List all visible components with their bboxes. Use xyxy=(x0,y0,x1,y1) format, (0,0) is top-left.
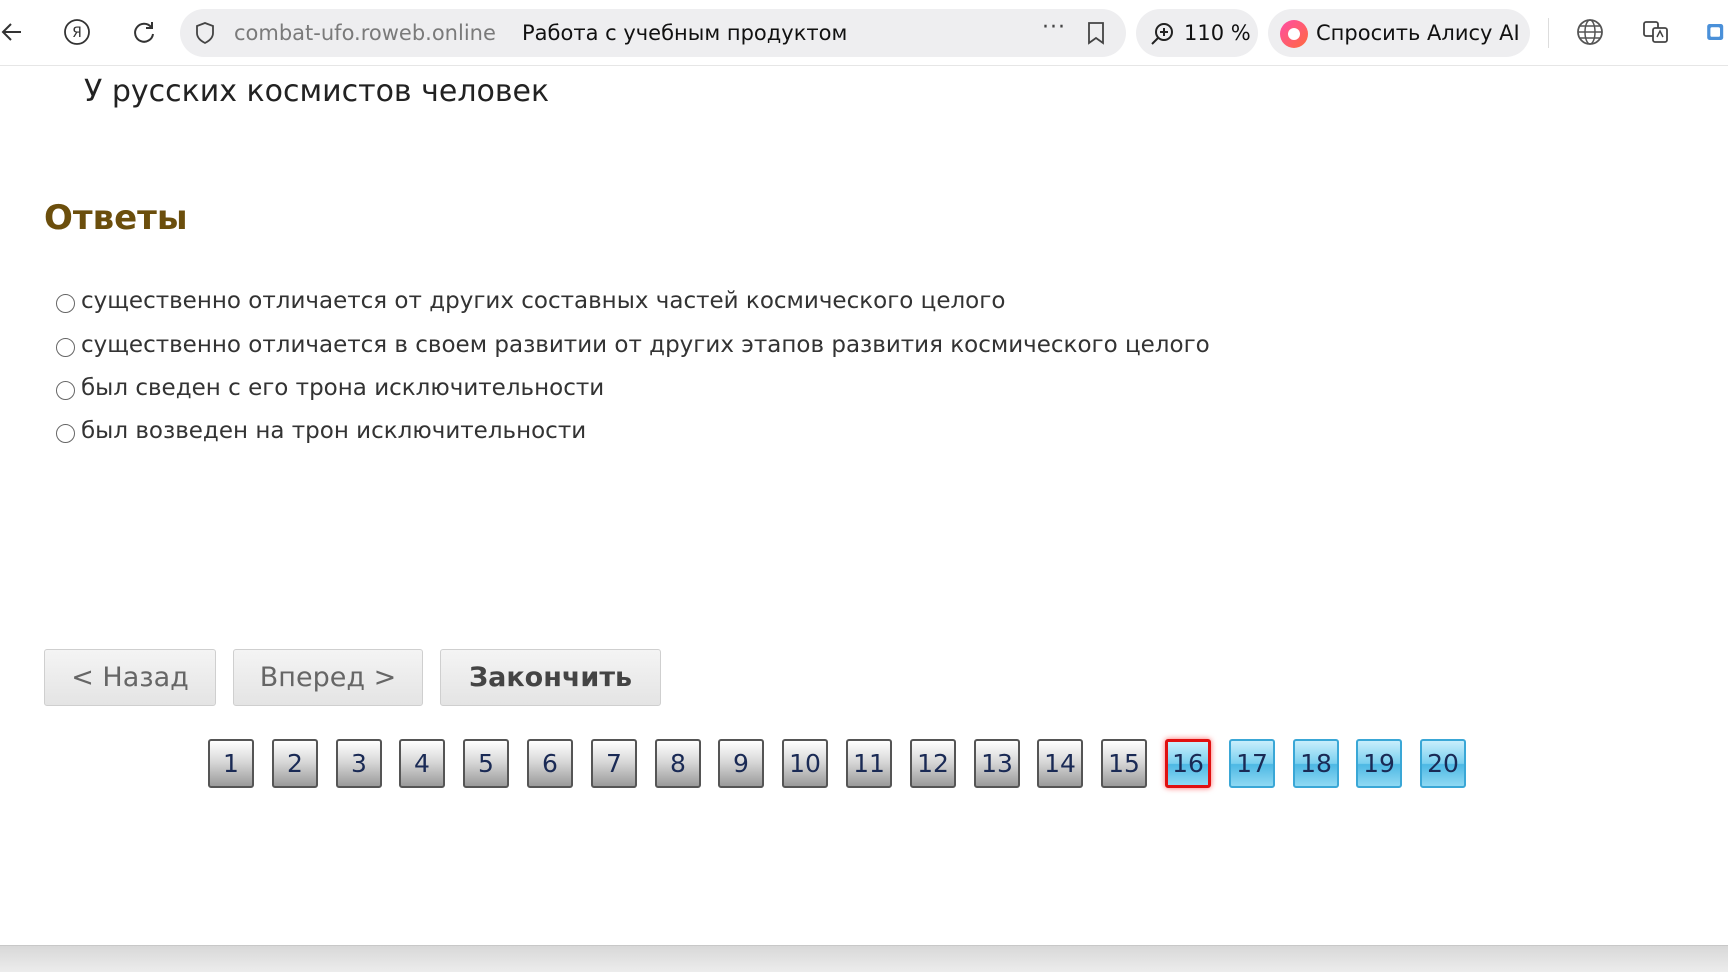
extension-icon[interactable] xyxy=(1704,14,1728,50)
globe-icon[interactable] xyxy=(1572,14,1608,50)
answer-option-label: был возведен на трон исключительности xyxy=(81,418,587,444)
forward-button[interactable]: Вперед > xyxy=(233,649,423,706)
ask-alice-button[interactable]: Спросить Алису AI xyxy=(1268,9,1530,57)
page-button-5[interactable]: 5 xyxy=(463,739,509,788)
address-bar[interactable]: combat-ufo.roweb.online Работа с учебным… xyxy=(180,9,1126,57)
page-button-18[interactable]: 18 xyxy=(1293,739,1339,788)
bookmark-icon[interactable] xyxy=(1086,21,1106,49)
radio-button[interactable] xyxy=(56,423,75,443)
zoom-icon xyxy=(1150,21,1176,51)
answer-option-1[interactable]: существенно отличается от других составн… xyxy=(56,286,1005,316)
page-button-14[interactable]: 14 xyxy=(1037,739,1083,788)
page-button-8[interactable]: 8 xyxy=(655,739,701,788)
answer-option-2[interactable]: существенно отличается в своем развитии … xyxy=(56,330,1210,360)
ask-alice-label: Спросить Алису AI xyxy=(1316,21,1520,45)
back-arrow-icon[interactable] xyxy=(0,14,30,50)
page-button-4[interactable]: 4 xyxy=(399,739,445,788)
window-bottom-edge xyxy=(0,945,1728,972)
radio-button[interactable] xyxy=(56,293,75,313)
answer-option-label: существенно отличается от других составн… xyxy=(81,288,1006,314)
translate-icon[interactable] xyxy=(1638,14,1674,50)
page-button-10[interactable]: 10 xyxy=(782,739,828,788)
page-button-20[interactable]: 20 xyxy=(1420,739,1466,788)
page-button-13[interactable]: 13 xyxy=(974,739,1020,788)
page-button-3[interactable]: 3 xyxy=(336,739,382,788)
toolbar-divider xyxy=(1548,18,1549,48)
answer-option-4[interactable]: был возведен на трон исключительности xyxy=(56,416,586,446)
answers-heading: Ответы xyxy=(44,198,188,238)
url-domain: combat-ufo.roweb.online xyxy=(234,21,496,45)
tab-page-title: Работа с учебным продуктом xyxy=(522,21,848,45)
browser-toolbar: Я combat-ufo.roweb.online Работа с учебн… xyxy=(0,0,1728,66)
page-button-6[interactable]: 6 xyxy=(527,739,573,788)
question-text: У русских космистов человек xyxy=(84,74,550,109)
page-button-17[interactable]: 17 xyxy=(1229,739,1275,788)
answer-option-label: был сведен с его трона исключительности xyxy=(81,375,605,401)
svg-text:Я: Я xyxy=(72,25,82,41)
page-button-19[interactable]: 19 xyxy=(1356,739,1402,788)
page-button-15[interactable]: 15 xyxy=(1101,739,1147,788)
radio-button[interactable] xyxy=(56,337,75,357)
page-button-12[interactable]: 12 xyxy=(910,739,956,788)
zoom-level: 110 % xyxy=(1184,21,1251,45)
page-button-7[interactable]: 7 xyxy=(591,739,637,788)
page-button-current[interactable]: 16 xyxy=(1165,739,1211,788)
answer-option-3[interactable]: был сведен с его трона исключительности xyxy=(56,373,604,403)
reload-icon[interactable] xyxy=(126,14,162,50)
back-button[interactable]: < Назад xyxy=(44,649,216,706)
finish-button[interactable]: Закончить xyxy=(440,649,661,706)
radio-button[interactable] xyxy=(56,380,75,400)
zoom-button[interactable]: 110 % xyxy=(1136,9,1258,57)
page-button-1[interactable]: 1 xyxy=(208,739,254,788)
more-options-icon[interactable]: ··· xyxy=(1042,15,1066,40)
alice-icon xyxy=(1280,20,1308,48)
yandex-logo-icon[interactable]: Я xyxy=(59,14,95,50)
page-button-9[interactable]: 9 xyxy=(718,739,764,788)
answer-option-label: существенно отличается в своем развитии … xyxy=(81,332,1210,358)
page-button-2[interactable]: 2 xyxy=(272,739,318,788)
page-button-11[interactable]: 11 xyxy=(846,739,892,788)
shield-icon[interactable] xyxy=(194,21,216,49)
